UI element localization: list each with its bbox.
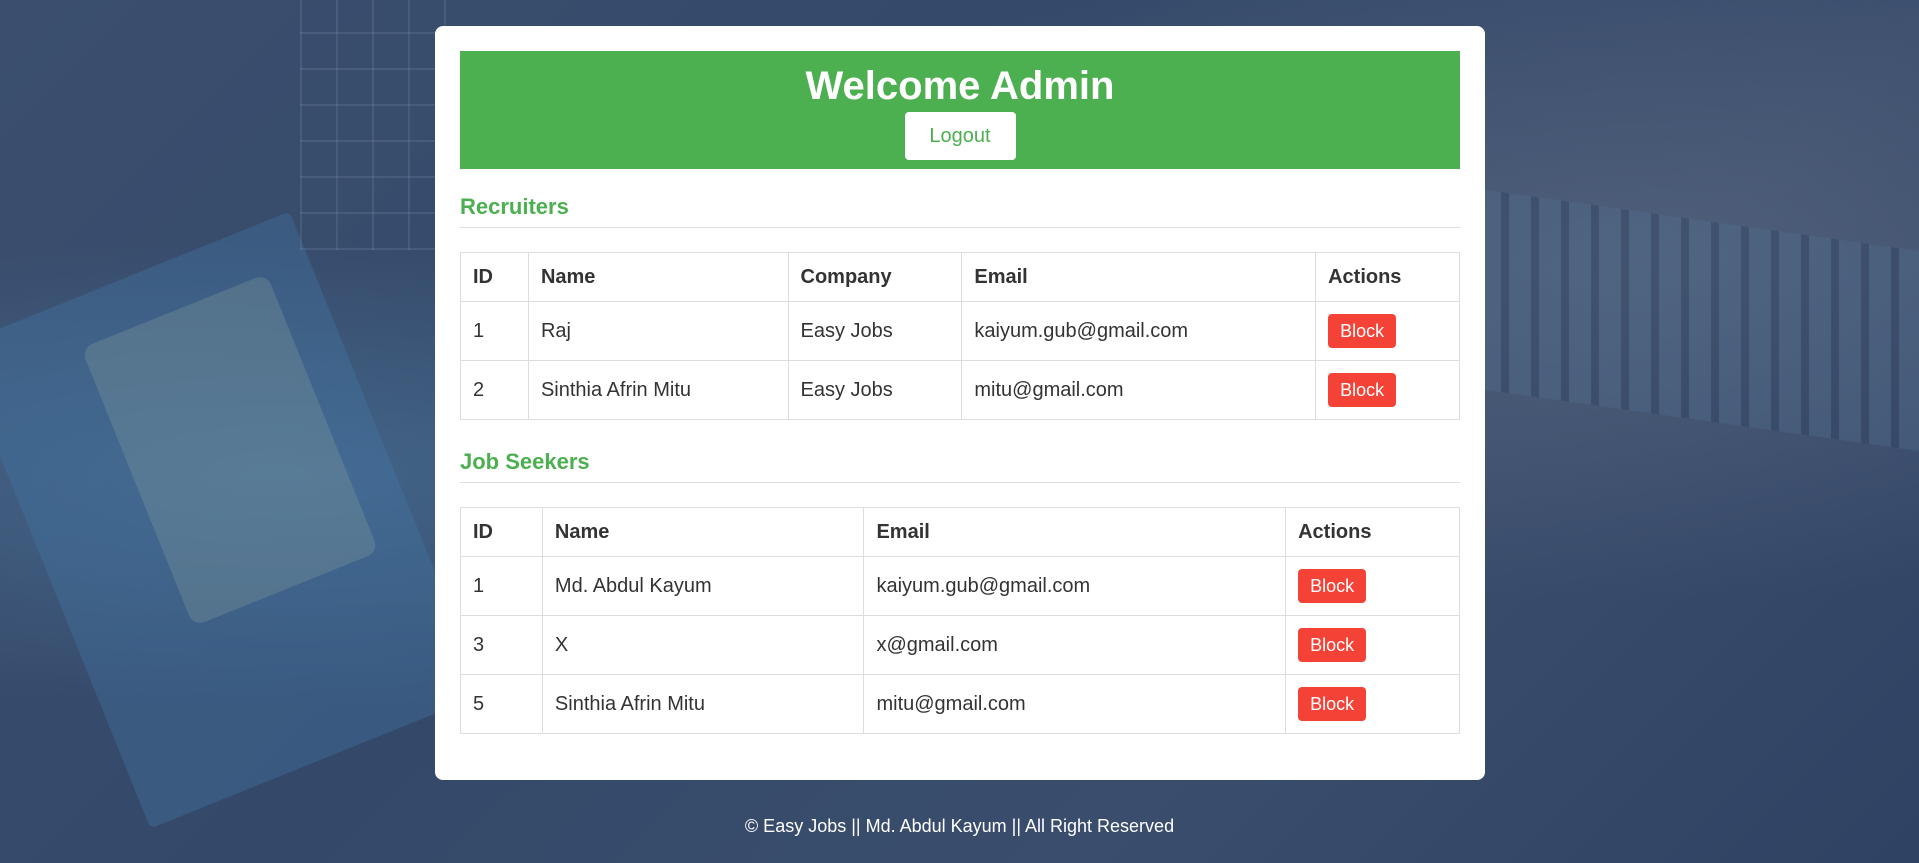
background-book [0,211,485,829]
cell-name: Sinthia Afrin Mitu [527,360,789,420]
cell-actions: Block [1285,674,1460,734]
column-header-actions: Actions [1315,252,1460,302]
recruiters-table: ID Name Company Email Actions 1 Raj Easy… [460,252,1460,420]
cell-company: Easy Jobs [787,301,963,361]
table-header-row: ID Name Company Email Actions [460,252,1460,302]
table-row: 5 Sinthia Afrin Mitu mitu@gmail.com Bloc… [460,674,1460,734]
cell-actions: Block [1315,360,1460,420]
footer-copyright: © Easy Jobs || Md. Abdul Kayum || All Ri… [744,816,1175,836]
cell-email: mitu@gmail.com [961,360,1317,420]
cell-email: kaiyum.gub@gmail.com [863,556,1287,616]
column-header-actions: Actions [1285,507,1460,557]
table-row: 2 Sinthia Afrin Mitu Easy Jobs mitu@gmai… [460,360,1460,420]
cell-id: 1 [460,556,543,616]
block-button[interactable]: Block [1298,628,1367,662]
welcome-header: Welcome Admin Logout [460,51,1460,169]
column-header-name: Name [541,507,865,557]
background-device [81,273,379,627]
cell-name: Md. Abdul Kayum [541,556,865,616]
admin-panel-card: Welcome Admin Logout Recruiters ID Name … [435,26,1485,780]
cell-id: 2 [460,360,529,420]
table-row: 1 Md. Abdul Kayum kaiyum.gub@gmail.com B… [460,556,1460,616]
cell-email: mitu@gmail.com [863,674,1287,734]
column-header-id: ID [460,507,543,557]
cell-name: Sinthia Afrin Mitu [541,674,865,734]
table-row: 1 Raj Easy Jobs kaiyum.gub@gmail.com Blo… [460,301,1460,361]
background-keyboard [300,0,450,250]
block-button[interactable]: Block [1298,687,1367,721]
column-header-email: Email [863,507,1287,557]
background-shelf [1479,189,1919,451]
column-header-name: Name [527,252,789,302]
table-header-row: ID Name Email Actions [460,507,1460,557]
job-seekers-heading: Job Seekers [460,449,1460,483]
cell-actions: Block [1315,301,1460,361]
recruiters-heading: Recruiters [460,194,1460,228]
table-row: 3 X x@gmail.com Block [460,615,1460,675]
cell-name: X [541,615,865,675]
page-title: Welcome Admin [805,64,1115,108]
cell-name: Raj [527,301,789,361]
column-header-company: Company [787,252,963,302]
cell-actions: Block [1285,615,1460,675]
cell-actions: Block [1285,556,1460,616]
cell-id: 5 [460,674,543,734]
column-header-id: ID [460,252,529,302]
job-seekers-table: ID Name Email Actions 1 Md. Abdul Kayum … [460,507,1460,734]
cell-email: x@gmail.com [863,615,1287,675]
cell-id: 1 [460,301,529,361]
block-button[interactable]: Block [1298,569,1367,603]
cell-id: 3 [460,615,543,675]
block-button[interactable]: Block [1328,373,1397,407]
block-button[interactable]: Block [1328,314,1397,348]
cell-email: kaiyum.gub@gmail.com [961,301,1317,361]
column-header-email: Email [961,252,1317,302]
logout-button[interactable]: Logout [904,112,1016,160]
cell-company: Easy Jobs [787,360,963,420]
